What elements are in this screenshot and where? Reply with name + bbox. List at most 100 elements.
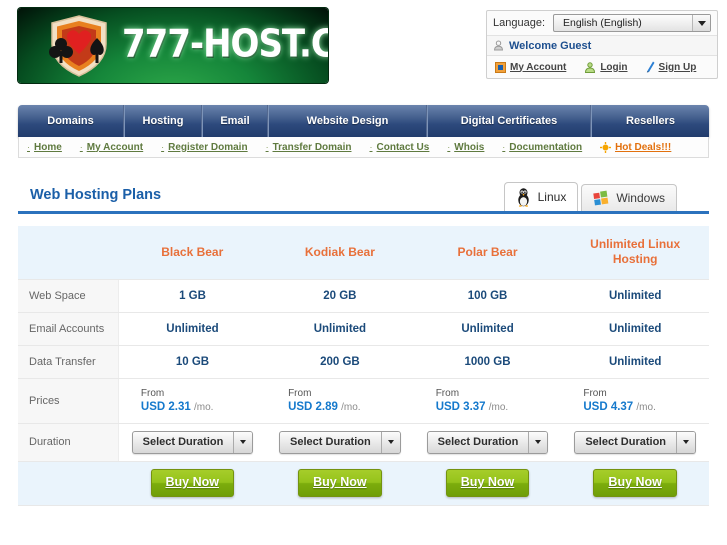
account-icon [495,61,506,73]
duration-select-unlimited-linux-hosting[interactable]: Select Duration [574,430,697,454]
tab-windows-label: Windows [616,191,665,205]
subnav-item-documentation[interactable]: · Documentation [502,142,582,153]
feature-label: Prices [18,378,119,424]
login-link[interactable]: Login [584,61,628,73]
price-period: /mo. [193,401,214,413]
subnav-label: Home [34,141,62,153]
duration-select-kodiak-bear[interactable]: Select Duration [279,430,401,454]
subnav-item-contact-us[interactable]: · Contact Us [370,142,430,153]
subnav-label: Whois [454,141,485,153]
plan-name-kodiak-bear: Kodiak Bear [266,226,414,280]
nav-item-digital-certificates[interactable]: Digital Certificates [427,105,591,137]
price-from-label: From [140,387,165,399]
sun-burst-icon [600,141,612,153]
duration-select-black-bear[interactable]: Select Duration [131,430,254,454]
signup-link[interactable]: Sign Up [646,61,696,73]
table-row-prices: Prices From USD 2.31 /mo. From USD 2.89 … [18,378,709,424]
nav-item-email[interactable]: Email [202,105,268,137]
site-logo[interactable]: 777-HOST.COM [18,8,328,83]
windows-flag-icon [593,190,609,206]
subnav-label: Hot Deals!!! [615,141,672,153]
feature-label: Data Transfer [18,345,119,379]
account-panel: Language: English (English) Welcome Gues… [486,10,718,79]
bullet-icon: · [79,142,83,152]
buy-cell: Buy Now [266,461,414,506]
plans-header-row: Black Bear Kodiak Bear Polar Bear Unlimi… [18,226,709,280]
chevron-down-icon[interactable] [233,431,253,453]
language-select[interactable]: English (English) [553,14,711,32]
plan-name-unlimited-linux-hosting: Unlimited Linux Hosting [561,226,709,280]
nav-label: Website Design [306,115,389,127]
cell-value: Unlimited [266,312,414,346]
table-row-data-transfer: Data Transfer 10 GB 200 GB 1000 GB Unlim… [18,345,709,379]
table-row-duration: Duration Select Duration Select Duration… [18,423,709,462]
table-row-buy: Buy Now Buy Now Buy Now Buy Now [18,461,709,506]
cell-value: 20 GB [266,279,414,313]
subnav-item-hot-deals[interactable]: Hot Deals!!! [600,141,672,153]
price-amount: USD 2.89 [288,400,338,413]
subnav-item-my-account[interactable]: · My Account [80,142,143,153]
os-tabs: Linux Windows [501,182,677,211]
cell-value: Unlimited [561,312,709,346]
subnav-item-whois[interactable]: · Whois [447,142,484,153]
duration-cell: Select Duration [561,423,709,462]
account-links: My Account Login Sign Up [487,56,717,78]
plan-name-black-bear: Black Bear [118,226,267,280]
nav-label: Hosting [142,115,184,127]
subnav-item-home[interactable]: · Home [27,142,62,153]
subnav-label: My Account [86,141,144,153]
welcome-text: Welcome Guest [509,39,592,52]
welcome-row: Welcome Guest [487,36,717,56]
cell-value: Unlimited [561,279,709,313]
chevron-down-icon[interactable] [380,431,400,453]
chevron-down-icon[interactable] [528,431,548,453]
duration-select-polar-bear[interactable]: Select Duration [426,430,549,454]
language-selected-value: English (English) [563,17,642,29]
cell-value: Unlimited [118,312,267,346]
tab-linux-label: Linux [537,190,567,204]
nav-item-website-design[interactable]: Website Design [268,105,427,137]
price-cell: From USD 2.31 /mo. [118,378,267,424]
nav-item-hosting[interactable]: Hosting [124,105,202,137]
my-account-link[interactable]: My Account [495,61,566,73]
bullet-icon: · [502,142,506,152]
subnav-label: Documentation [509,141,583,153]
bullet-icon: · [369,142,373,152]
table-row-web-space: Web Space 1 GB 20 GB 100 GB Unlimited [18,279,709,313]
cell-value: 1000 GB [413,345,562,379]
tab-linux[interactable]: Linux [503,182,579,211]
user-silhouette-icon [493,40,504,51]
page-title: Web Hosting Plans [30,187,162,203]
nav-item-resellers[interactable]: Resellers [591,105,709,137]
duration-select-label: Select Duration [585,436,667,448]
web-hosting-plans-table: Black Bear Kodiak Bear Polar Bear Unlimi… [18,226,709,506]
buy-now-button-kodiak-bear[interactable]: Buy Now [298,469,382,497]
price-cell: From USD 4.37 /mo. [561,378,709,424]
bullet-icon: · [161,142,165,152]
subnav-item-transfer-domain[interactable]: · Transfer Domain [266,142,352,153]
nav-item-domains[interactable]: Domains [18,105,124,137]
login-icon [584,61,596,73]
feature-label: Web Space [18,279,119,313]
price-from-label: From [435,387,460,399]
cell-value: 200 GB [266,345,414,379]
buy-now-button-polar-bear[interactable]: Buy Now [445,469,530,497]
price-amount: USD 3.37 [435,400,486,413]
chevron-down-icon[interactable] [692,15,710,31]
duration-select-label: Select Duration [142,436,224,448]
language-row: Language: English (English) [487,11,717,36]
site-header: 777-HOST.COM Language: English (English)… [0,0,727,98]
buy-now-button-unlimited-linux-hosting[interactable]: Buy Now [593,469,677,497]
chevron-down-icon[interactable] [676,431,696,453]
title-underline [18,211,709,214]
cell-value: 100 GB [413,279,562,313]
buy-cell: Buy Now [118,461,267,506]
price-period: /mo. [341,401,361,413]
price-from-label: From [288,387,312,399]
subnav-item-register-domain[interactable]: · Register Domain [161,142,247,153]
buy-now-button-black-bear[interactable]: Buy Now [150,469,234,497]
language-label: Language: [493,17,545,29]
tab-windows[interactable]: Windows [581,184,677,211]
plan-name-polar-bear: Polar Bear [413,226,562,280]
duration-select-label: Select Duration [437,436,519,448]
